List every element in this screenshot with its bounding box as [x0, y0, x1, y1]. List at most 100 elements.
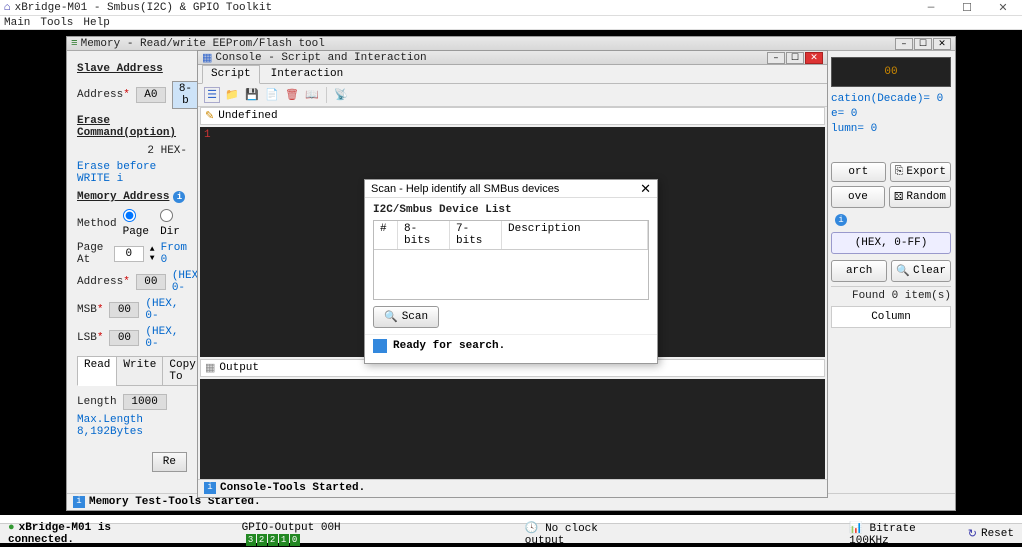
console-status-text: Console-Tools Started.	[220, 482, 365, 494]
erase-command-header: Erase Command(option)	[77, 115, 187, 139]
e0-link[interactable]: e= 0	[831, 108, 951, 120]
app-icon: ⌂	[4, 2, 11, 14]
mem-minimize-button[interactable]: –	[895, 38, 913, 50]
col-num[interactable]: #	[374, 221, 398, 249]
column-header[interactable]: Column	[831, 306, 951, 328]
tool-cast-icon[interactable]: 📡	[333, 87, 349, 103]
hex-range-display: (HEX, 0-FF)	[831, 232, 951, 254]
output-icon: ▦	[205, 361, 215, 375]
scan-button[interactable]: 🔍 Scan	[373, 306, 439, 328]
arch-button[interactable]: arch	[831, 260, 887, 282]
col-7bits[interactable]: 7-bits	[450, 221, 502, 249]
output-pane	[200, 379, 825, 479]
scan-dialog-title: Scan - Help identify all SMBus devices	[371, 183, 640, 195]
gpio-bits[interactable]: 3 2 2 1 0	[246, 534, 300, 546]
menu-help[interactable]: Help	[83, 17, 109, 29]
info-icon: i	[204, 482, 216, 494]
con-maximize-button[interactable]: ☐	[786, 52, 804, 64]
connection-status: xBridge-M01 is connected.	[8, 522, 111, 546]
reset-button[interactable]: ↻Reset	[968, 527, 1014, 541]
reset-icon: ↻	[968, 527, 977, 541]
hex-display: 00	[831, 57, 951, 87]
addr-mode-button[interactable]: 8-b	[172, 81, 199, 109]
length-label: Length	[77, 396, 117, 408]
tool-list-icon[interactable]: ☰	[204, 87, 220, 103]
minimize-button[interactable]: —	[916, 2, 946, 14]
addr2-label: Address*	[77, 276, 130, 288]
slave-address-input[interactable]	[136, 87, 166, 103]
lsb-hex-hint: (HEX, 0-	[145, 326, 187, 350]
found-label: Found 0 item(s)	[831, 286, 951, 302]
tool-save-icon[interactable]: 💾	[244, 87, 260, 103]
clear-icon: 🔍	[896, 264, 910, 278]
info-icon: i	[73, 496, 85, 508]
msb-input[interactable]	[109, 302, 139, 318]
edit-icon: ✎	[205, 109, 214, 123]
export-icon: ⎘	[895, 166, 904, 178]
close-button[interactable]: ✕	[988, 2, 1018, 14]
scan-status-icon	[373, 339, 387, 353]
page-at-label: Page At	[77, 242, 108, 266]
tool-delete-icon[interactable]: 🗑	[284, 87, 300, 103]
connected-icon: ●	[8, 522, 15, 534]
output-label: Output	[219, 362, 259, 374]
scan-close-button[interactable]: ✕	[640, 181, 651, 197]
from0-link[interactable]: From 0	[161, 242, 187, 266]
col-8bits[interactable]: 8-bits	[398, 221, 450, 249]
app-title: xBridge-M01 - Smbus(I2C) & GPIO Toolkit	[15, 2, 916, 14]
mem-maximize-button[interactable]: ☐	[914, 38, 932, 50]
menu-tools[interactable]: Tools	[40, 17, 73, 29]
tool-open-icon[interactable]: 📁	[224, 87, 240, 103]
export-button[interactable]: ⎘Export	[890, 162, 951, 182]
method-dir-radio[interactable]: Dir	[160, 209, 187, 238]
random-icon: ⚄	[894, 190, 904, 204]
re-button[interactable]: Re	[152, 452, 187, 472]
page-at-input[interactable]	[114, 246, 144, 262]
method-page-radio[interactable]: Page	[123, 209, 154, 238]
ove-button[interactable]: ove	[831, 186, 885, 208]
search-icon: 🔍	[384, 310, 398, 324]
menu-main[interactable]: Main	[4, 17, 30, 29]
line-number: 1	[204, 129, 211, 141]
memory-address-header: Memory Addressi	[77, 191, 187, 203]
addr2-input[interactable]	[136, 274, 166, 290]
app-titlebar: ⌂ xBridge-M01 - Smbus(I2C) & GPIO Toolki…	[0, 0, 1022, 16]
console-window-title: Console - Script and Interaction	[215, 52, 767, 64]
memory-window-title: Memory - Read/write EEProm/Flash tool	[81, 38, 895, 50]
lumn-link[interactable]: lumn= 0	[831, 123, 951, 135]
page-spinner[interactable]: ▲▼	[150, 245, 155, 263]
tab-write[interactable]: Write	[116, 356, 163, 386]
app-statusbar: ●xBridge-M01 is connected. GPIO-Output 0…	[0, 523, 1022, 543]
info-icon[interactable]: i	[835, 214, 847, 226]
msb-hex-hint: (HEX, 0-	[145, 298, 187, 322]
menubar: Main Tools Help	[0, 16, 1022, 30]
random-button[interactable]: ⚄Random	[889, 186, 951, 208]
memory-icon: ≡	[71, 38, 78, 50]
scan-device-table: # 8-bits 7-bits Description	[373, 220, 649, 300]
con-minimize-button[interactable]: –	[767, 52, 785, 64]
scan-dialog: Scan - Help identify all SMBus devices ✕…	[364, 179, 658, 364]
tab-read[interactable]: Read	[77, 356, 117, 386]
con-close-button[interactable]: ✕	[805, 52, 823, 64]
maximize-button[interactable]: ☐	[952, 2, 982, 14]
method-label: Method	[77, 218, 117, 230]
slave-address-header: Slave Address	[77, 63, 187, 75]
clear-button[interactable]: 🔍Clear	[891, 260, 951, 282]
mem-close-button[interactable]: ✕	[933, 38, 951, 50]
tab-interaction[interactable]: Interaction	[262, 65, 353, 83]
scan-ready-text: Ready for search.	[393, 340, 505, 352]
ort-button[interactable]: ort	[831, 162, 886, 182]
gpio-label: GPIO-Output 00H	[242, 522, 341, 534]
erase-before-write-link[interactable]: Erase before WRITE i	[77, 161, 187, 185]
tab-script[interactable]: Script	[202, 65, 260, 84]
tool-copy-icon[interactable]: 📄	[264, 87, 280, 103]
info-icon[interactable]: i	[173, 191, 185, 203]
col-description[interactable]: Description	[502, 221, 648, 249]
cation-link[interactable]: cation(Decade)= 0	[831, 93, 951, 105]
tool-book-icon[interactable]: 📖	[304, 87, 320, 103]
script-name: Undefined	[218, 110, 277, 122]
console-icon: ▦	[202, 51, 212, 65]
length-input[interactable]	[123, 394, 167, 410]
lsb-input[interactable]	[109, 330, 139, 346]
msb-label: MSB*	[77, 304, 103, 316]
